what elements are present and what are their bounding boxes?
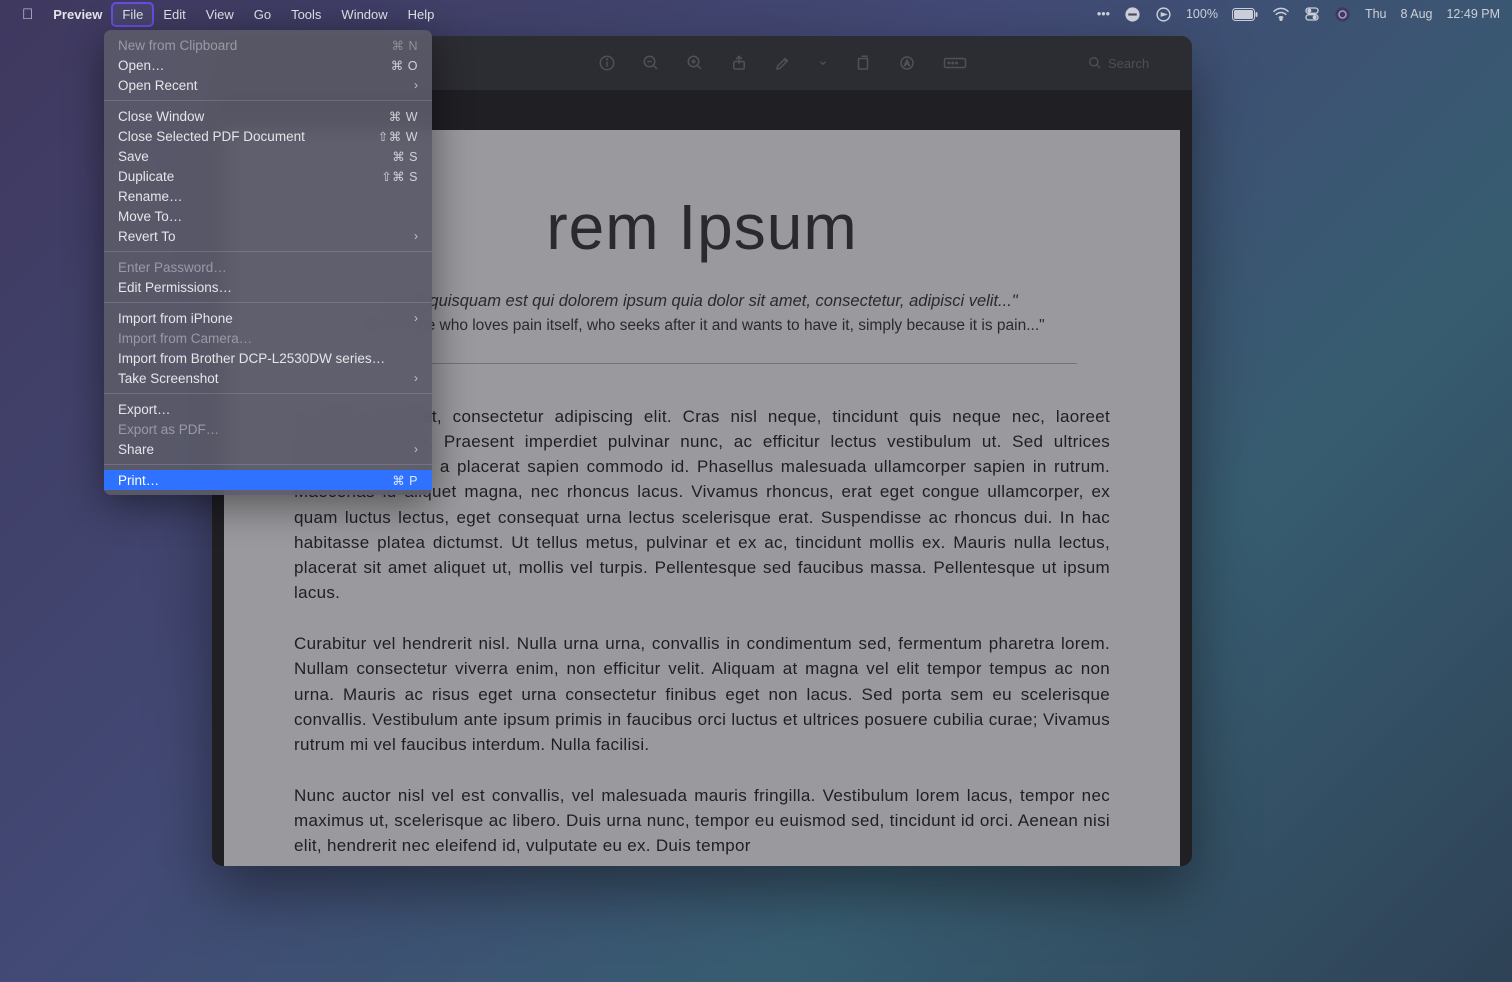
menu-help[interactable]: Help — [398, 3, 445, 26]
menubar:  Preview FileEditViewGoToolsWindowHelp … — [0, 0, 1512, 28]
menu-go[interactable]: Go — [244, 3, 281, 26]
menu-item-label: Move To… — [118, 209, 182, 224]
control-center-icon[interactable] — [1304, 6, 1320, 22]
app-menu[interactable]: Preview — [43, 3, 112, 26]
form-icon[interactable] — [942, 54, 968, 72]
paragraph-3: Nunc auctor nisl vel est convallis, vel … — [294, 783, 1110, 858]
menu-separator — [104, 464, 432, 465]
menu-view[interactable]: View — [196, 3, 244, 26]
battery-icon[interactable] — [1232, 8, 1258, 21]
shortcut-label: ⌘ N — [392, 38, 419, 53]
zoom-out-icon[interactable] — [642, 54, 660, 72]
apple-menu-icon[interactable]:  — [12, 2, 43, 27]
zoom-in-icon[interactable] — [686, 54, 704, 72]
menu-tools[interactable]: Tools — [281, 3, 331, 26]
menu-item-open-recent[interactable]: Open Recent › — [104, 75, 432, 95]
menu-separator — [104, 251, 432, 252]
menu-item-import-from-camera: Import from Camera… — [104, 328, 432, 348]
shortcut-label: ⌘ W — [389, 109, 418, 124]
menu-edit[interactable]: Edit — [153, 3, 195, 26]
chevron-right-icon: › — [414, 311, 418, 325]
menu-separator — [104, 302, 432, 303]
menu-item-label: Save — [118, 149, 149, 164]
menu-item-close-selected-pdf-document[interactable]: Close Selected PDF Document ⇧⌘ W — [104, 126, 432, 146]
more-icon[interactable]: ••• — [1097, 7, 1110, 21]
shortcut-label: ⌘ P — [392, 473, 418, 488]
search-input[interactable] — [1108, 56, 1178, 71]
menu-item-label: Print… — [118, 473, 159, 488]
menu-item-import-from-brother-dcp-l2530dw-series[interactable]: Import from Brother DCP-L2530DW series… — [104, 348, 432, 368]
highlight-icon[interactable]: A — [898, 54, 916, 72]
search-icon — [1088, 56, 1102, 70]
svg-text:A: A — [904, 58, 909, 67]
wifi-icon[interactable] — [1272, 7, 1290, 21]
search-field[interactable] — [1088, 56, 1178, 71]
menu-item-share[interactable]: Share › — [104, 439, 432, 459]
menu-item-move-to[interactable]: Move To… — [104, 206, 432, 226]
menu-item-label: Rename… — [118, 189, 183, 204]
file-menu-dropdown: New from Clipboard ⌘ N Open… ⌘ O Open Recent… — [104, 30, 432, 495]
menu-window[interactable]: Window — [331, 3, 397, 26]
menu-item-take-screenshot[interactable]: Take Screenshot › — [104, 368, 432, 388]
menu-item-label: Export as PDF… — [118, 422, 219, 437]
chevron-right-icon: › — [414, 371, 418, 385]
chevron-down-icon[interactable] — [818, 54, 828, 72]
share-icon[interactable] — [730, 54, 748, 72]
paragraph-2: Curabitur vel hendrerit nisl. Nulla urna… — [294, 631, 1110, 757]
menu-item-save[interactable]: Save ⌘ S — [104, 146, 432, 166]
rotate-icon[interactable] — [854, 54, 872, 72]
toolbar-icons: A — [598, 54, 968, 72]
date: 8 Aug — [1401, 7, 1433, 21]
chevron-right-icon: › — [414, 442, 418, 456]
divider — [327, 363, 1078, 364]
menu-item-label: Import from Camera… — [118, 331, 252, 346]
menu-item-label: Open Recent — [118, 78, 198, 93]
menu-item-label: New from Clipboard — [118, 38, 237, 53]
menu-item-label: Share — [118, 442, 154, 457]
menu-item-rename[interactable]: Rename… — [104, 186, 432, 206]
menu-item-label: Take Screenshot — [118, 371, 219, 386]
battery-percentage: 100% — [1186, 7, 1218, 21]
markup-icon[interactable] — [774, 54, 792, 72]
menu-item-open[interactable]: Open… ⌘ O — [104, 55, 432, 75]
date-day[interactable]: Thu — [1365, 7, 1387, 21]
menu-item-label: Open… — [118, 58, 165, 73]
menu-item-label: Duplicate — [118, 169, 174, 184]
clock[interactable]: 12:49 PM — [1446, 7, 1500, 21]
menu-item-label: Import from Brother DCP-L2530DW series… — [118, 351, 385, 366]
info-icon[interactable] — [598, 54, 616, 72]
shortcut-label: ⌘ O — [391, 58, 418, 73]
menu-file[interactable]: File — [112, 3, 153, 26]
menu-item-label: Enter Password… — [118, 260, 227, 275]
menu-separator — [104, 393, 432, 394]
menu-item-edit-permissions[interactable]: Edit Permissions… — [104, 277, 432, 297]
menu-item-label: Close Window — [118, 109, 204, 124]
menu-item-duplicate[interactable]: Duplicate ⇧⌘ S — [104, 166, 432, 186]
shortcut-label: ⇧⌘ S — [381, 169, 418, 184]
menu-item-label: Export… — [118, 402, 171, 417]
chevron-right-icon: › — [414, 229, 418, 243]
siri-icon[interactable] — [1334, 6, 1351, 23]
menu-item-enter-password: Enter Password… — [104, 257, 432, 277]
do-not-disturb-icon[interactable] — [1124, 6, 1141, 23]
menu-item-new-from-clipboard: New from Clipboard ⌘ N — [104, 35, 432, 55]
menu-item-close-window[interactable]: Close Window ⌘ W — [104, 106, 432, 126]
menu-item-export-as-pdf: Export as PDF… — [104, 419, 432, 439]
menu-item-import-from-iphone[interactable]: Import from iPhone › — [104, 308, 432, 328]
menu-separator — [104, 100, 432, 101]
menu-item-print[interactable]: Print… ⌘ P — [104, 470, 432, 490]
menu-item-revert-to[interactable]: Revert To › — [104, 226, 432, 246]
menu-item-label: Close Selected PDF Document — [118, 129, 305, 144]
shortcut-label: ⌘ S — [392, 149, 418, 164]
menu-item-label: Revert To — [118, 229, 176, 244]
chevron-right-icon: › — [414, 78, 418, 92]
menu-item-label: Edit Permissions… — [118, 280, 232, 295]
screen-mirror-icon[interactable] — [1155, 6, 1172, 23]
menu-item-label: Import from iPhone — [118, 311, 233, 326]
shortcut-label: ⇧⌘ W — [378, 129, 418, 144]
menu-item-export[interactable]: Export… — [104, 399, 432, 419]
